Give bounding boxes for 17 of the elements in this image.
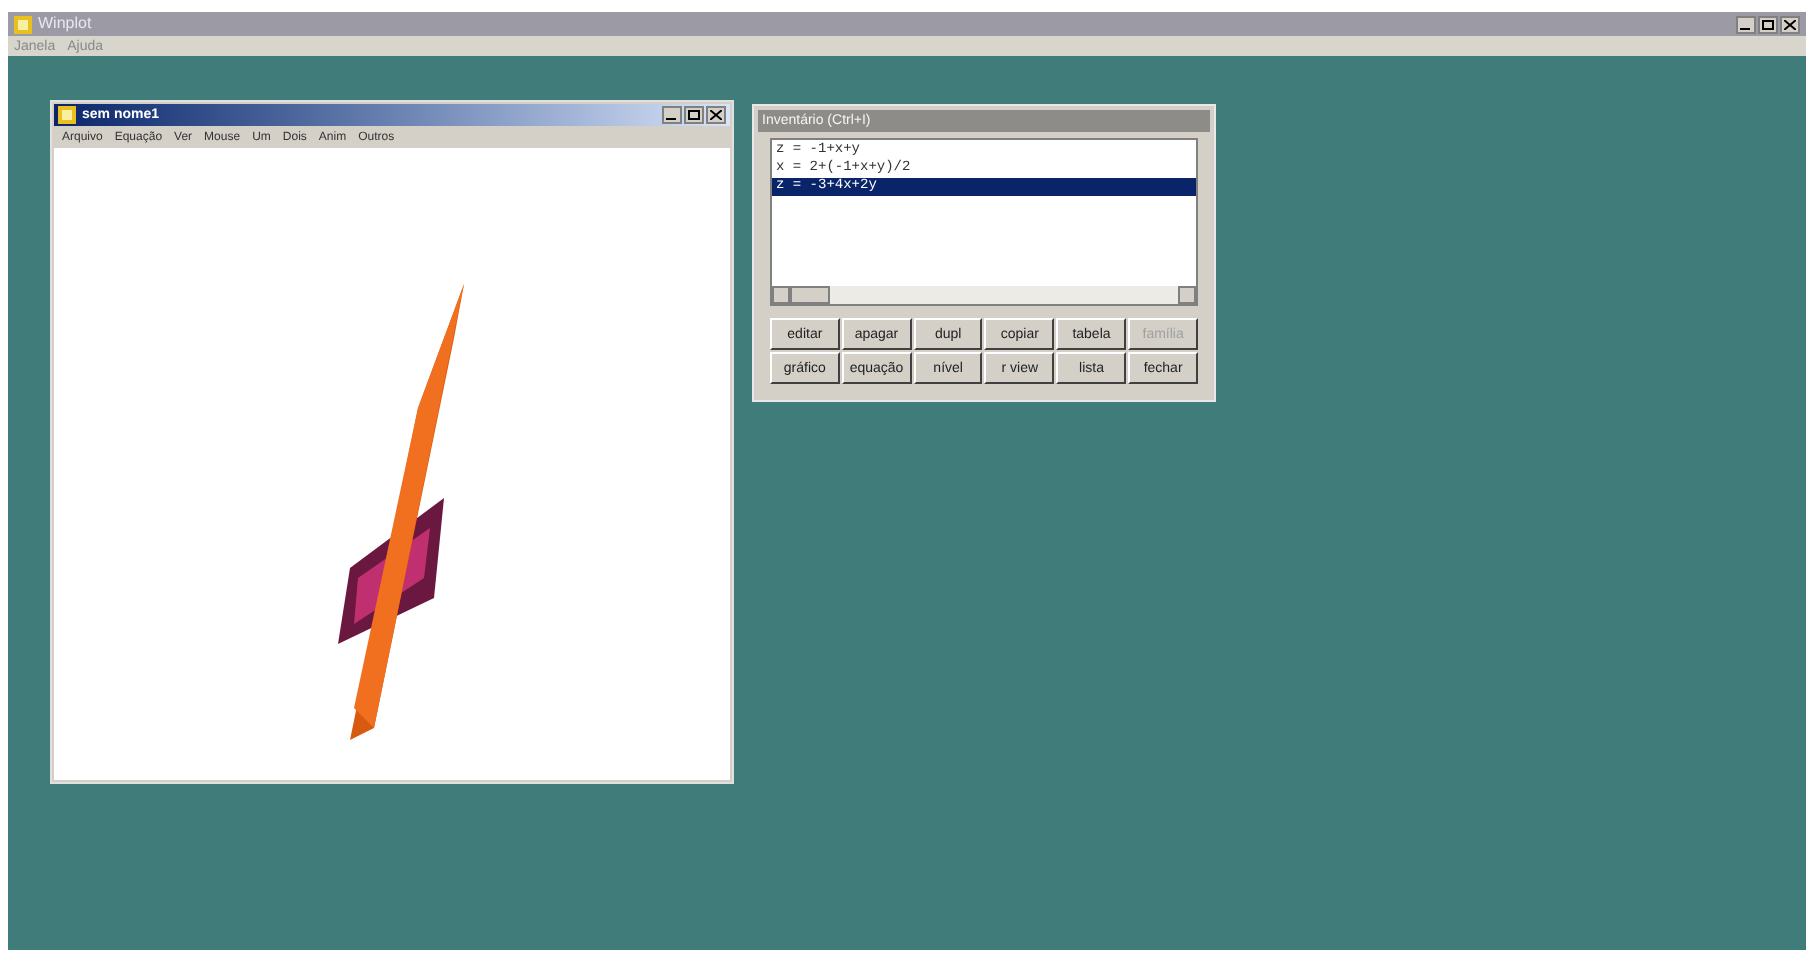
minimize-button[interactable] — [1736, 15, 1756, 33]
maximize-icon — [1762, 19, 1774, 29]
close-icon — [1784, 19, 1796, 29]
scroll-thumb[interactable] — [790, 286, 830, 304]
minimize-button[interactable] — [662, 106, 682, 124]
maximize-button[interactable] — [684, 106, 704, 124]
close-button[interactable] — [1780, 15, 1800, 33]
window-title: Winplot — [38, 16, 92, 32]
scroll-left-button[interactable] — [772, 286, 790, 304]
app-icon — [14, 15, 32, 33]
close-button[interactable] — [706, 106, 726, 124]
maximize-button[interactable] — [1758, 15, 1778, 33]
app-icon — [58, 106, 76, 124]
scroll-right-button[interactable] — [1178, 286, 1196, 304]
maximize-icon — [688, 110, 700, 120]
horizontal-scrollbar[interactable] — [772, 286, 1196, 304]
close-icon — [710, 110, 722, 120]
